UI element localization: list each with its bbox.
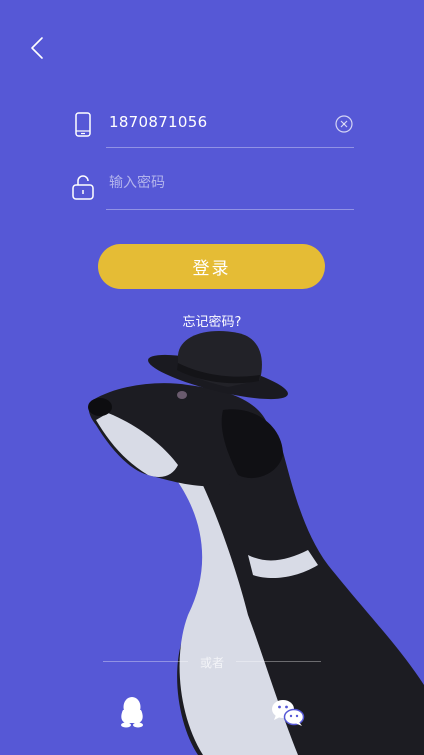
password-field-row	[70, 162, 354, 210]
login-button[interactable]: 登录	[98, 244, 325, 289]
qq-login-button[interactable]	[118, 696, 146, 728]
phone-underline	[106, 147, 354, 148]
divider-text: 或者	[199, 656, 224, 670]
password-underline	[106, 209, 354, 210]
clear-phone-button[interactable]	[334, 114, 354, 134]
divider-line-right	[236, 661, 321, 662]
wechat-icon	[272, 700, 305, 726]
qq-penguin-icon	[121, 697, 143, 728]
back-button[interactable]	[22, 30, 56, 64]
phone-field-row	[70, 100, 354, 148]
phone-input[interactable]	[107, 112, 311, 132]
divider-line-left	[103, 661, 188, 662]
clear-circle-icon	[335, 115, 353, 133]
wechat-login-button[interactable]	[271, 698, 305, 728]
lock-icon	[72, 175, 94, 200]
password-input[interactable]	[107, 174, 331, 192]
chevron-left-icon	[31, 37, 43, 59]
dog-with-hat-illustration	[88, 331, 424, 755]
phone-icon	[75, 112, 91, 137]
